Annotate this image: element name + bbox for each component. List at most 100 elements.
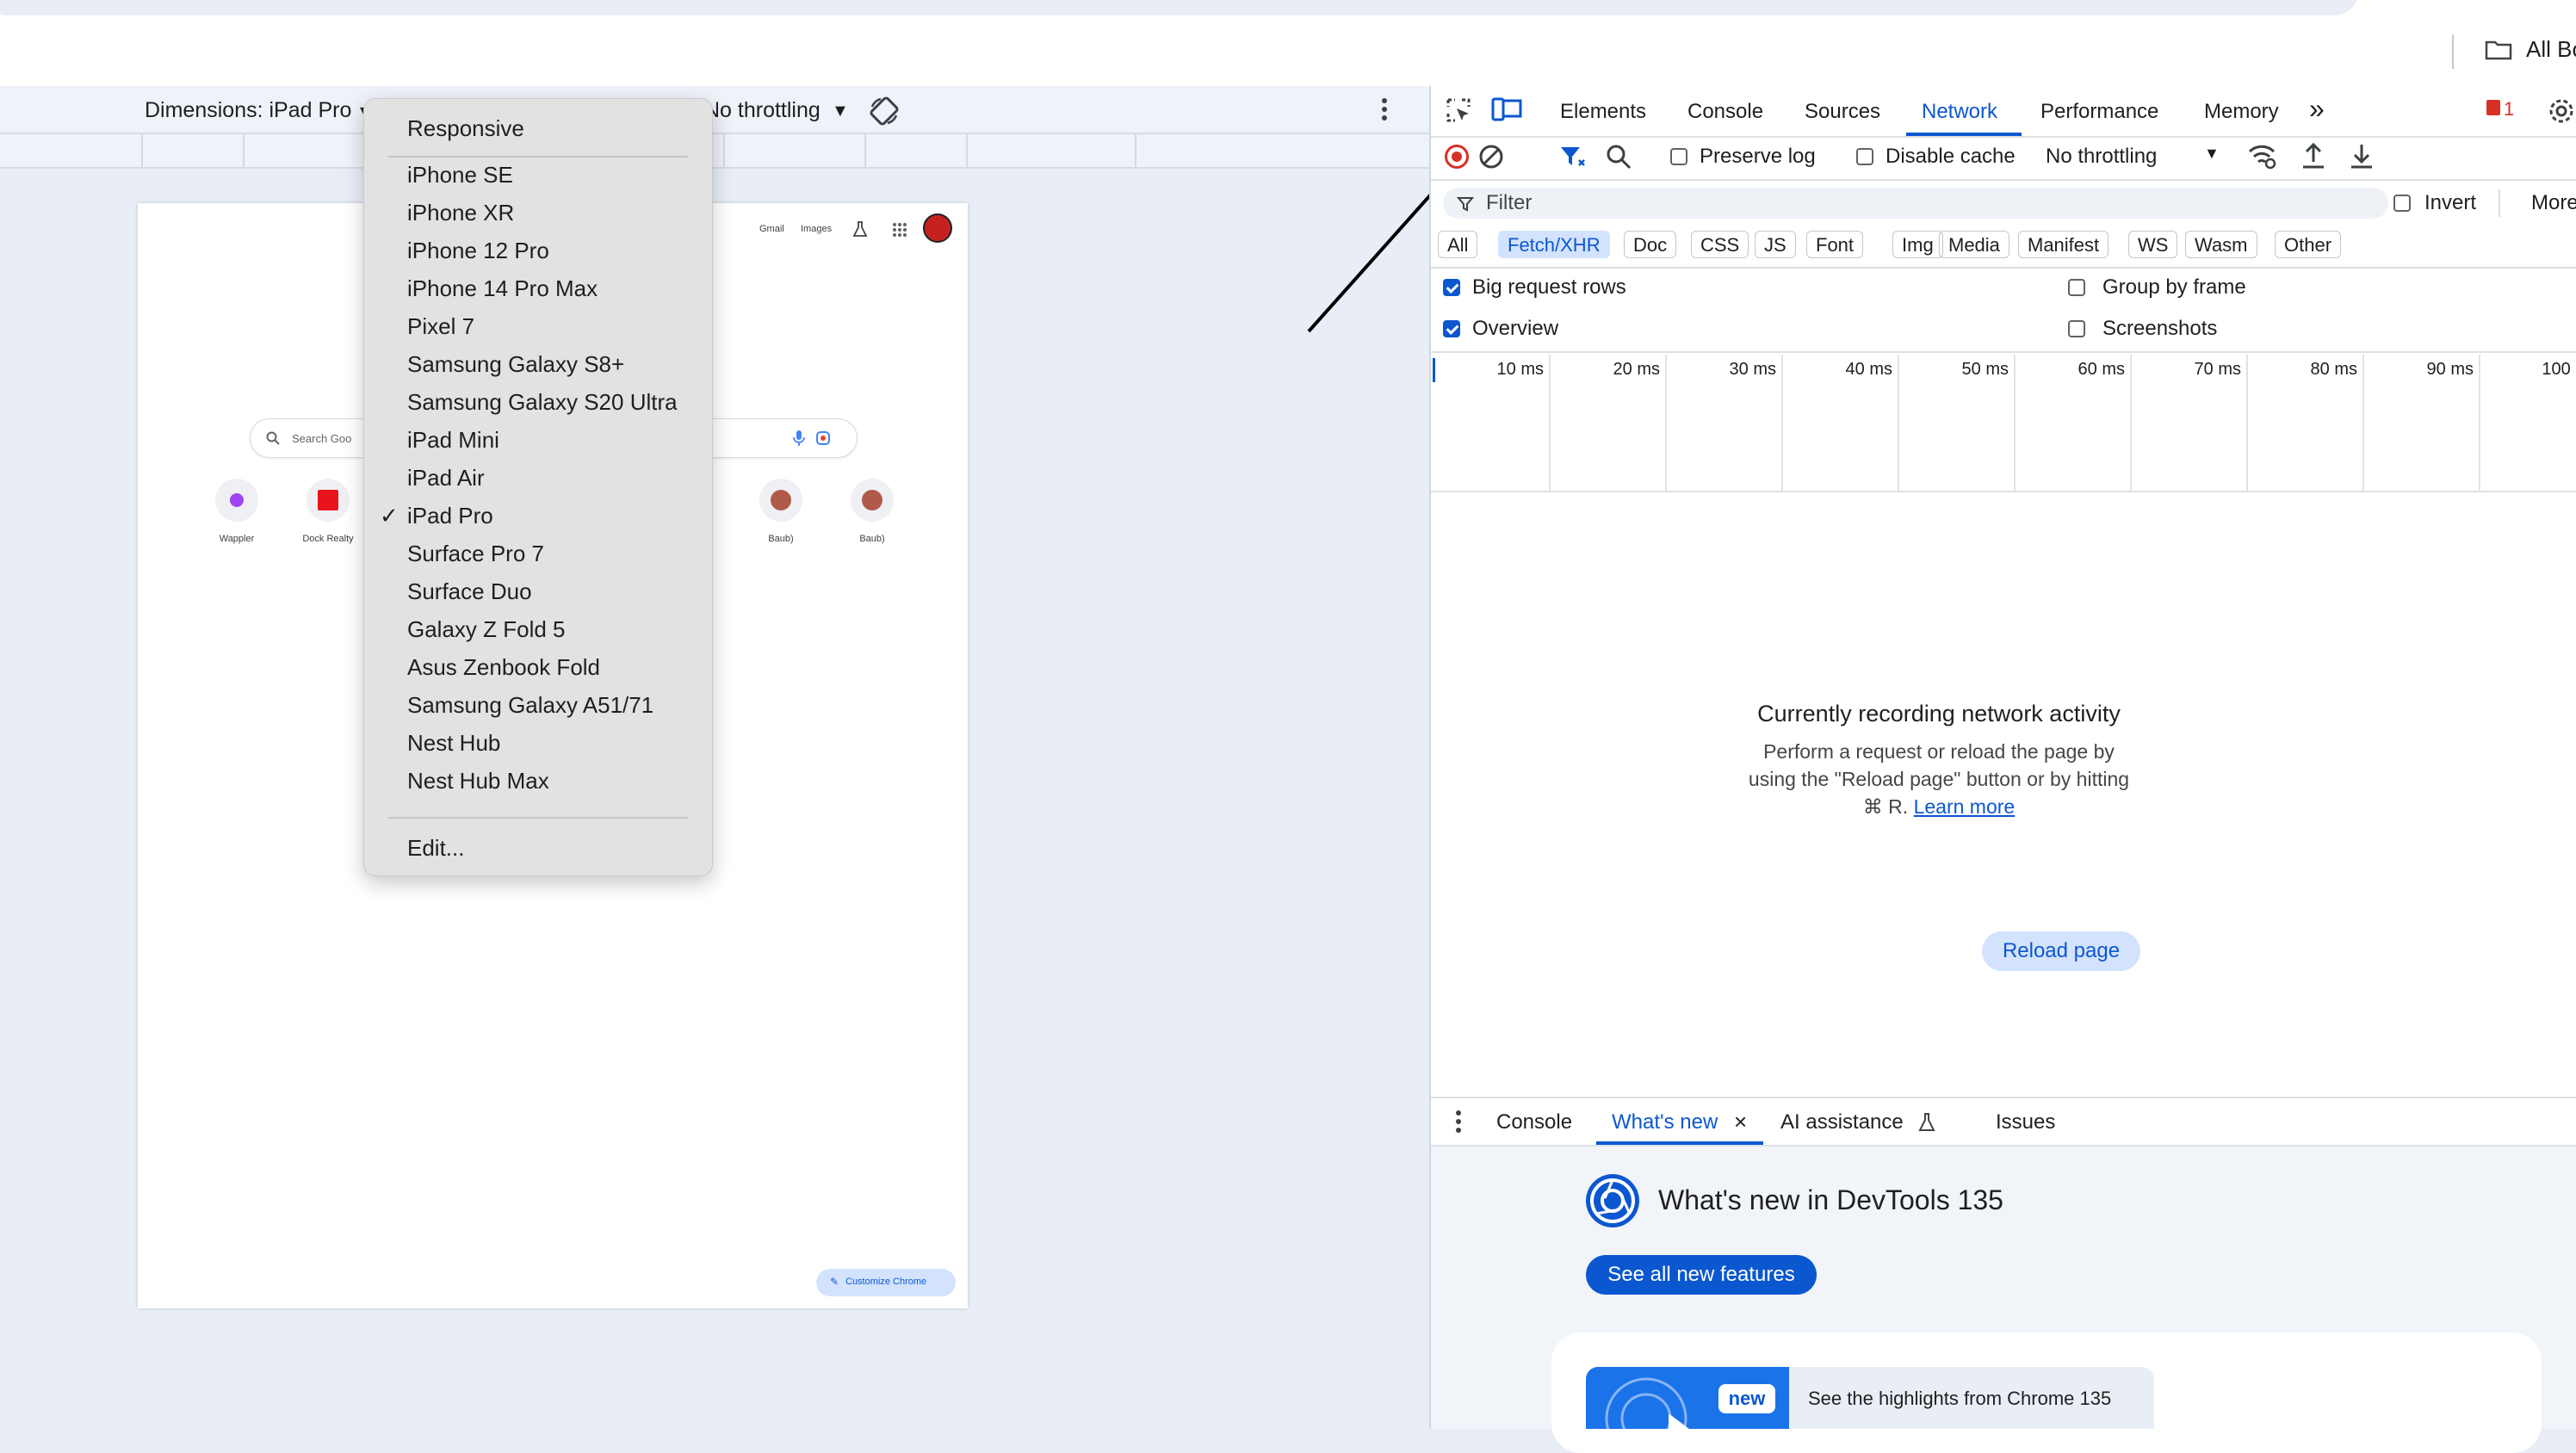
error-count[interactable]: 1 <box>2504 98 2514 121</box>
see-all-new-features-button[interactable]: See all new features <box>1586 1255 1817 1295</box>
menu-item-responsive[interactable]: Responsive <box>407 111 524 145</box>
type-filter-chip[interactable]: CSS <box>1691 231 1749 258</box>
menu-item-device[interactable]: Surface Duo <box>407 574 532 609</box>
rotate-icon[interactable] <box>868 95 901 127</box>
type-filter-chip[interactable]: Font <box>1806 231 1864 258</box>
big-request-rows-checkbox[interactable] <box>1443 279 1460 296</box>
menu-divider <box>388 817 688 819</box>
error-icon <box>2486 100 2500 115</box>
drawer-tab-ai-assistance[interactable]: AI assistance <box>1780 1110 1904 1135</box>
menu-item-device[interactable]: iPhone 12 Pro <box>407 233 549 268</box>
apps-grid-icon[interactable] <box>892 222 907 238</box>
reload-page-button[interactable]: Reload page <box>1982 931 2140 971</box>
menu-item-device[interactable]: Pixel 7 <box>407 309 474 343</box>
tab-elements[interactable]: Elements <box>1560 100 1646 124</box>
tab-performance[interactable]: Performance <box>2040 100 2158 124</box>
shortcut-dock-realty[interactable] <box>307 479 350 522</box>
divider <box>2499 189 2500 217</box>
menu-item-device[interactable]: Galaxy Z Fold 5 <box>407 612 566 646</box>
close-icon[interactable]: × <box>1734 1109 1747 1135</box>
browser-top-bar: All Bo <box>0 0 2576 86</box>
all-bookmarks-link[interactable]: All Bo <box>2526 36 2576 63</box>
filter-funnel-icon[interactable] <box>1558 143 1586 170</box>
settings-gear-icon[interactable] <box>2547 96 2576 126</box>
clear-icon[interactable] <box>1477 143 1505 170</box>
timeline-gridline <box>2479 355 2480 492</box>
drawer-tab-issues[interactable]: Issues <box>1996 1110 2055 1135</box>
export-har-icon[interactable] <box>2349 141 2375 170</box>
microphone-icon[interactable] <box>793 430 805 447</box>
learn-more-link[interactable]: Learn more <box>1914 795 2016 818</box>
labs-flask-icon <box>1918 1113 1935 1131</box>
menu-item-device[interactable]: Nest Hub <box>407 726 500 760</box>
labs-flask-icon[interactable] <box>852 220 868 238</box>
menu-item-device[interactable]: iPhone SE <box>407 158 513 192</box>
more-options-icon[interactable] <box>1381 96 1388 122</box>
avatar[interactable] <box>923 213 952 243</box>
menu-item-device[interactable]: iPhone XR <box>407 195 514 230</box>
timeline-gridline <box>2014 355 2016 492</box>
shortcut-baub[interactable] <box>851 479 894 522</box>
search-icon[interactable] <box>1605 143 1632 170</box>
network-conditions-icon[interactable] <box>2247 143 2278 170</box>
menu-item-edit[interactable]: Edit... <box>407 831 464 865</box>
menu-item-device[interactable]: iPhone 14 Pro Max <box>407 271 598 306</box>
lens-icon[interactable] <box>815 430 831 446</box>
type-filter-chip[interactable]: Fetch/XHR <box>1498 231 1610 258</box>
timeline-label: 80 ms <box>2310 360 2357 379</box>
type-filter-chip[interactable]: All <box>1438 231 1478 258</box>
overview-label: Overview <box>1472 317 1559 340</box>
record-button[interactable] <box>1445 145 1469 169</box>
type-filter-chip[interactable]: JS <box>1755 231 1796 258</box>
devtools-tab-strip: Elements Console Sources Network Perform… <box>1431 86 2576 136</box>
tab-memory[interactable]: Memory <box>2204 100 2279 124</box>
menu-item-device[interactable]: Samsung Galaxy S20 Ultra <box>407 385 678 419</box>
tab-console[interactable]: Console <box>1687 100 1763 124</box>
dimensions-select[interactable]: Dimensions: iPad Pro <box>145 98 351 123</box>
disable-cache-checkbox[interactable] <box>1856 148 1873 165</box>
menu-item-device[interactable]: Nest Hub Max <box>407 764 549 798</box>
throttling-select[interactable]: No throttling <box>704 98 820 123</box>
tab-network[interactable]: Network <box>1922 100 1997 124</box>
type-filter-chip[interactable]: Doc <box>1624 231 1677 258</box>
more-filters-button[interactable]: More <box>2531 191 2576 215</box>
drawer-tab-console[interactable]: Console <box>1496 1110 1572 1135</box>
device-toolbar: Dimensions: iPad Pro ▾ No throttling ▼ <box>0 86 1429 134</box>
overview-checkbox[interactable] <box>1443 320 1460 337</box>
menu-item-device[interactable]: iPad Air <box>407 461 485 495</box>
address-bar[interactable] <box>0 0 2359 15</box>
menu-item-device[interactable]: Samsung Galaxy A51/71 <box>407 688 653 722</box>
throttling-dropdown[interactable]: No throttling <box>2046 145 2157 169</box>
menu-item-device[interactable]: Asus Zenbook Fold <box>407 650 600 684</box>
search-input[interactable]: Search Goo <box>292 432 351 445</box>
drawer-menu-icon[interactable] <box>1455 1109 1462 1135</box>
empty-state-title: Currently recording network activity <box>1757 701 2121 726</box>
menu-item-device[interactable]: iPad Mini <box>407 423 499 457</box>
menu-item-device[interactable]: Surface Pro 7 <box>407 536 544 571</box>
import-har-icon[interactable] <box>2300 141 2326 170</box>
images-link[interactable]: Images <box>801 224 832 234</box>
invert-checkbox[interactable] <box>2393 195 2411 212</box>
customize-chrome-button[interactable]: ✎ Customize Chrome <box>816 1269 956 1296</box>
type-filter-chip[interactable]: Media <box>1939 231 2009 258</box>
menu-item-device[interactable]: iPad Pro <box>407 498 493 533</box>
drawer-tab-whats-new[interactable]: What's new <box>1612 1110 1718 1135</box>
more-tabs-icon[interactable]: » <box>2309 93 2325 125</box>
preserve-log-checkbox[interactable] <box>1670 148 1687 165</box>
timeline-label: 50 ms <box>1961 360 2009 379</box>
type-filter-chip[interactable]: WS <box>2128 231 2178 258</box>
screenshots-checkbox[interactable] <box>2068 320 2085 337</box>
menu-item-device[interactable]: Samsung Galaxy S8+ <box>407 347 624 381</box>
group-by-frame-checkbox[interactable] <box>2068 279 2085 296</box>
gmail-link[interactable]: Gmail <box>759 224 784 234</box>
filter-input[interactable]: Filter <box>1443 188 2388 219</box>
tab-sources[interactable]: Sources <box>1805 100 1880 124</box>
shortcut-wappler[interactable] <box>215 479 258 522</box>
type-filter-chip[interactable]: Other <box>2275 231 2342 258</box>
shortcut-label: Baub) <box>768 534 794 544</box>
type-filter-chip[interactable]: Manifest <box>2018 231 2109 258</box>
type-filter-chip[interactable]: Wasm <box>2185 231 2257 258</box>
type-filter-chip[interactable]: Img <box>1892 231 1943 258</box>
shortcut-baub[interactable] <box>759 479 802 522</box>
folder-icon <box>2485 40 2512 60</box>
